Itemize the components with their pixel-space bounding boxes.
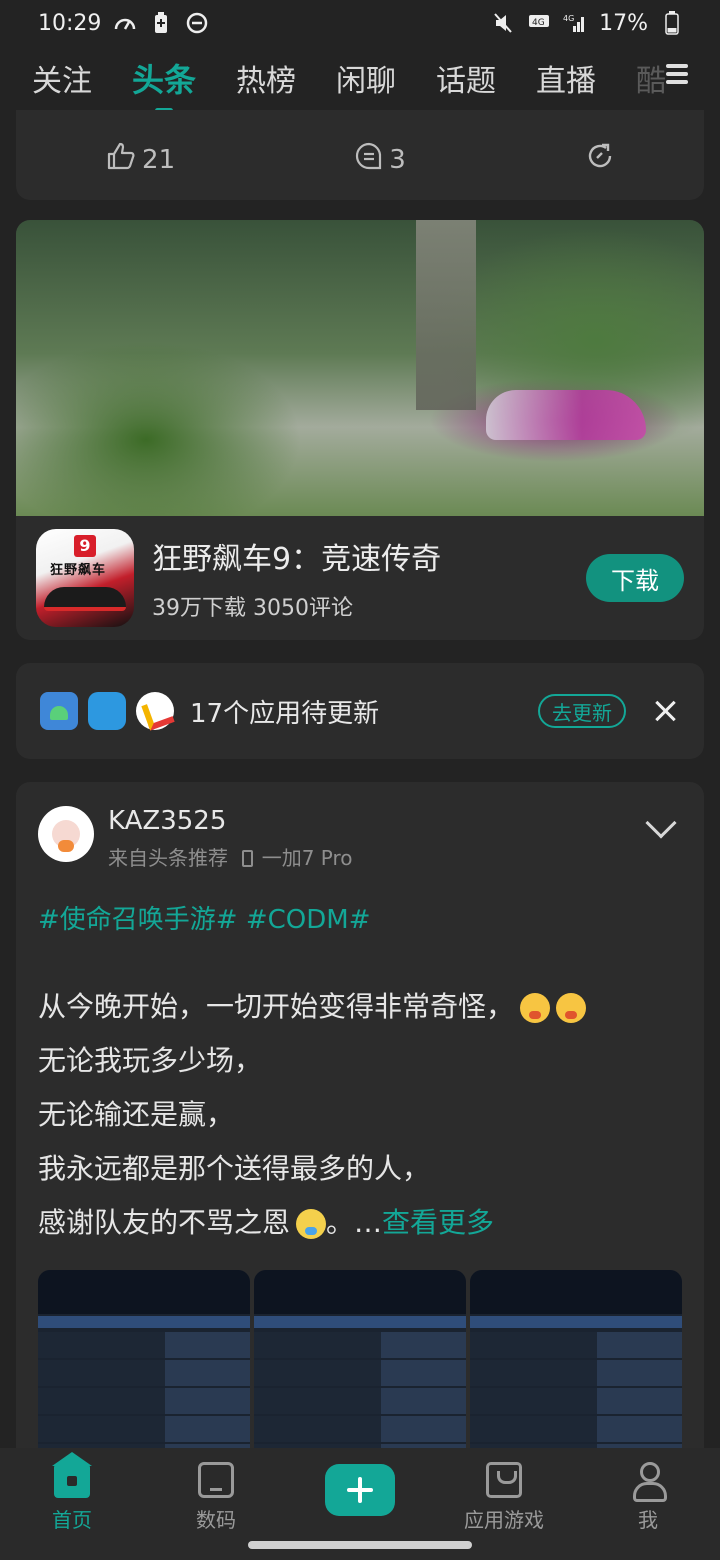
- home-indicator[interactable]: [248, 1541, 472, 1549]
- status-time: 10:29: [38, 10, 102, 36]
- app-row: 9 狂野飙车 狂野飙车9：竞速传奇 39万下载 3050评论 下载: [16, 516, 704, 640]
- nav-label: 首页: [52, 1508, 92, 1532]
- post-line: 无论我玩多少场，: [38, 1044, 263, 1077]
- battery-saver-icon: [149, 11, 173, 35]
- app-icon-title: 狂野飙车: [50, 563, 107, 578]
- tab-follow[interactable]: 关注: [32, 56, 92, 100]
- post-source: 来自头条推荐: [108, 846, 228, 870]
- app-info: 狂野飙车9：竞速传奇 39万下载 3050评论: [152, 534, 586, 622]
- nav-label: 我: [638, 1508, 658, 1532]
- share-button[interactable]: [586, 142, 614, 177]
- tab-chat[interactable]: 闲聊: [336, 56, 396, 100]
- chevron-down-icon[interactable]: [645, 807, 677, 839]
- battery-percent: 17%: [599, 10, 648, 36]
- person-icon: [630, 1462, 667, 1502]
- update-text: 17个应用待更新: [190, 698, 380, 729]
- action-bar: 21 3: [16, 141, 704, 178]
- post-body: 从今晚开始，一切开始变得非常奇怪， 无论我玩多少场， 无论输还是赢， 我永远都是…: [38, 980, 682, 1250]
- speedometer-icon: [113, 11, 137, 35]
- comment-count: 3: [389, 144, 406, 175]
- share-icon: [586, 142, 614, 177]
- prev-post-card: 21 3: [16, 110, 704, 200]
- game-app-icon[interactable]: 9 狂野飙车: [36, 529, 134, 627]
- tab-hot[interactable]: 热榜: [236, 56, 296, 100]
- game-promo-card[interactable]: 9 狂野飙车 狂野飙车9：竞速传奇 39万下载 3050评论 下载: [16, 220, 704, 640]
- tab-headlines[interactable]: 头条: [132, 55, 196, 101]
- top-tabs: 关注 头条 热榜 闲聊 话题 直播 酷: [0, 46, 720, 110]
- tab-menu-icon[interactable]: [656, 60, 692, 96]
- phone-icon: [242, 850, 254, 867]
- nav-create[interactable]: [295, 1462, 425, 1516]
- username[interactable]: KAZ3525: [108, 806, 650, 836]
- post-card[interactable]: KAZ3525 来自头条推荐 一加7 Pro #使命召唤手游# #CODM# 从…: [16, 782, 704, 1450]
- post-images: [38, 1270, 682, 1450]
- feed[interactable]: 21 3 9 狂野飙车 狂野飙车9：竞速传奇 39万下载 3050评论 下载 1…: [0, 110, 720, 1450]
- home-icon: [52, 1452, 92, 1498]
- app-meta: 39万下载 3050评论: [152, 596, 353, 621]
- post-image[interactable]: [470, 1270, 682, 1450]
- tablet-icon: [198, 1462, 234, 1498]
- download-button[interactable]: 下载: [586, 554, 684, 602]
- avatar[interactable]: [38, 806, 94, 862]
- lte-icon: 4G: [527, 11, 551, 35]
- close-icon[interactable]: [650, 696, 680, 726]
- status-bar: 10:29 4G 4G 17%: [0, 0, 720, 46]
- battery-icon: [660, 11, 684, 35]
- nav-apps-games[interactable]: 应用游戏: [439, 1462, 569, 1533]
- comment-icon: [355, 142, 383, 177]
- post-device: 一加7 Pro: [261, 846, 353, 870]
- nav-me[interactable]: 我: [583, 1462, 713, 1533]
- go-update-button[interactable]: 去更新: [538, 694, 626, 728]
- like-button[interactable]: 21: [106, 141, 175, 178]
- nav-label: 数码: [196, 1508, 236, 1532]
- app-update-card: 17个应用待更新 去更新: [16, 663, 704, 759]
- shopping-bag-icon: [486, 1462, 522, 1498]
- post-hashtags[interactable]: #使命召唤手游# #CODM#: [38, 899, 682, 936]
- status-right: 4G 4G 17%: [491, 11, 684, 36]
- thumbs-up-icon: [106, 141, 136, 178]
- post-source-line: 来自头条推荐 一加7 Pro: [108, 842, 650, 871]
- post-line: 无论输还是赢，: [38, 1098, 235, 1131]
- comment-button[interactable]: 3: [355, 142, 406, 177]
- emoji-icon: [556, 993, 587, 1023]
- game-video[interactable]: [16, 220, 704, 516]
- post-line: 我永远都是那个送得最多的人，: [38, 1152, 431, 1185]
- status-left: 10:29: [38, 11, 209, 36]
- post-line: 从今晚开始，一切开始变得非常奇怪，: [38, 980, 682, 1034]
- like-count: 21: [142, 144, 176, 175]
- post-line: 感谢队友的不骂之恩 。…查看更多: [38, 1206, 495, 1239]
- post-header: KAZ3525 来自头条推荐 一加7 Pro: [38, 806, 682, 871]
- mute-icon: [491, 11, 515, 35]
- app-title[interactable]: 狂野飙车9：竞速传奇: [152, 534, 586, 578]
- nav-home[interactable]: 首页: [7, 1452, 137, 1533]
- post-user-info: KAZ3525 来自头条推荐 一加7 Pro: [108, 806, 650, 871]
- update-app-icons: [40, 692, 174, 730]
- nav-label: 应用游戏: [464, 1508, 544, 1532]
- crying-emoji-icon: [296, 1209, 327, 1239]
- es-explorer-icon: [88, 692, 126, 730]
- svg-text:4G: 4G: [532, 18, 545, 28]
- see-more-link[interactable]: 查看更多: [382, 1206, 494, 1239]
- emoji-icon: [520, 993, 551, 1023]
- svg-text:4G: 4G: [563, 14, 574, 23]
- plus-icon[interactable]: [325, 1464, 395, 1516]
- app-icon-badge: 9: [74, 535, 96, 557]
- tab-live[interactable]: 直播: [536, 56, 596, 100]
- nav-digital[interactable]: 数码: [151, 1462, 281, 1533]
- file-manager-icon: [40, 692, 78, 730]
- post-image[interactable]: [38, 1270, 250, 1450]
- google-ads-icon: [136, 692, 174, 730]
- tab-topics[interactable]: 话题: [436, 56, 496, 100]
- dnd-icon: [185, 11, 209, 35]
- signal-icon: 4G: [563, 11, 587, 35]
- post-image[interactable]: [254, 1270, 466, 1450]
